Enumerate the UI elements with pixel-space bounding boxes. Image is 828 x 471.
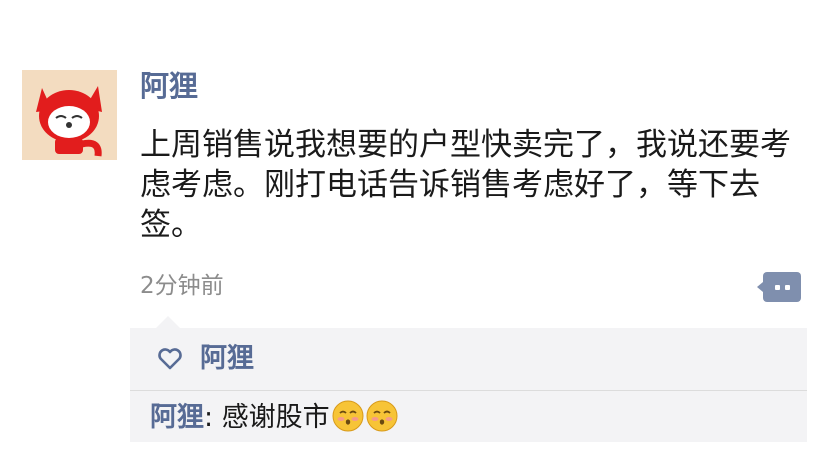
avatar[interactable]	[22, 70, 117, 160]
post-text: 上周销售说我想要的户型快卖完了，我说还要考虑考虑。刚打电话告诉销售考虑好了，等下…	[140, 127, 791, 243]
comment-separator: :	[204, 402, 222, 433]
interaction-panel: 阿狸 阿狸: 感谢股市	[130, 328, 807, 442]
comment-item[interactable]: 阿狸: 感谢股市	[150, 398, 398, 438]
post-timestamp: 2分钟前	[140, 273, 224, 299]
like-user-name[interactable]: 阿狸	[200, 339, 254, 379]
fox-avatar-icon	[22, 70, 117, 160]
blush-face-emoji	[366, 400, 398, 432]
interaction-pointer	[156, 316, 180, 328]
comment-author[interactable]: 阿狸	[150, 402, 204, 433]
divider	[130, 390, 807, 391]
comment-dots-icon	[785, 285, 790, 290]
likes-row: 阿狸	[130, 328, 807, 390]
comment-button-tail	[757, 282, 763, 292]
comment-button[interactable]	[757, 272, 801, 302]
post-author-name[interactable]: 阿狸	[140, 66, 198, 106]
comment-text: 感谢股市	[221, 402, 330, 433]
heart-outline-icon	[158, 348, 182, 370]
blush-face-emoji	[332, 400, 364, 432]
comment-dots-icon	[775, 285, 780, 290]
